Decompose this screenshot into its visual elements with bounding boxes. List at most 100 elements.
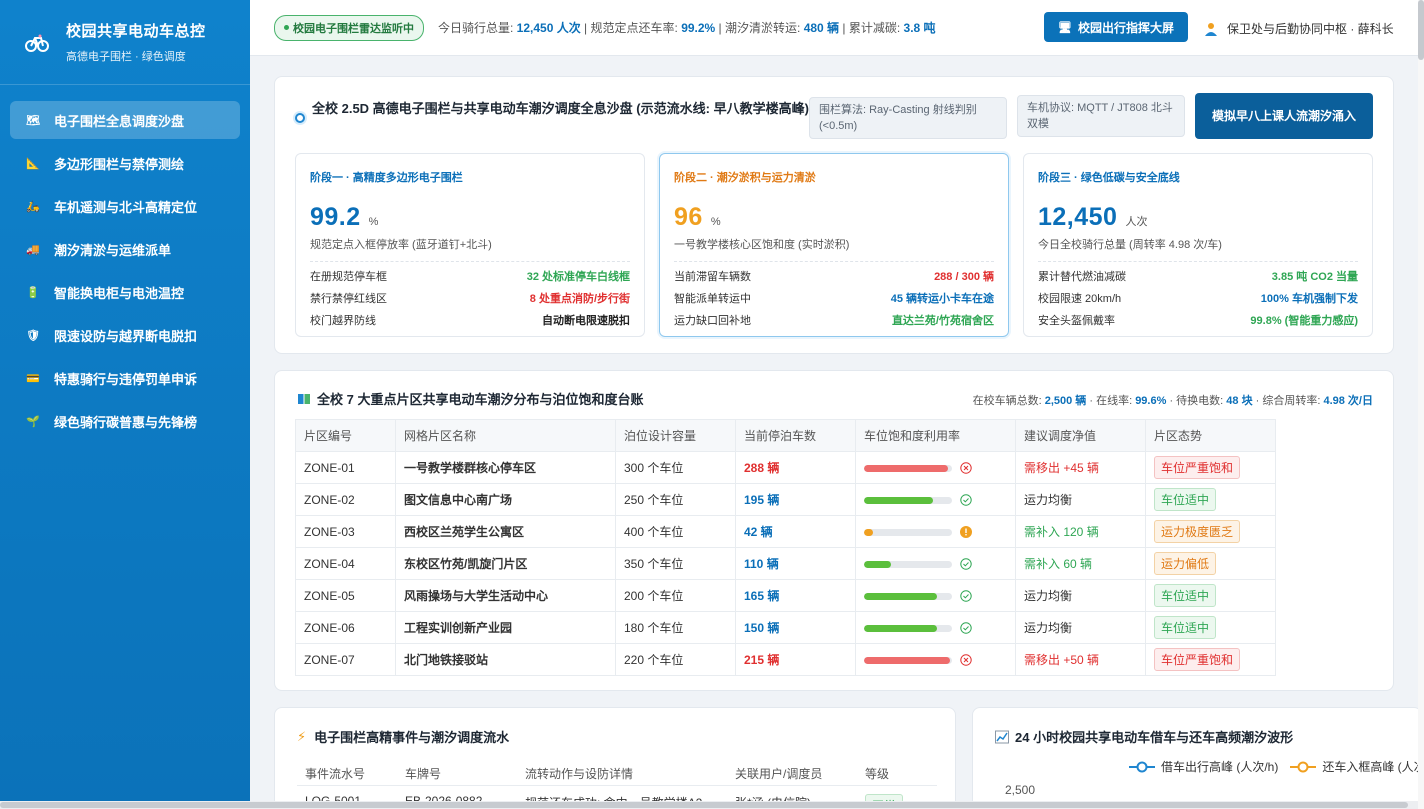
column-header: 等级 xyxy=(865,767,890,781)
truck-icon: 🚚 xyxy=(26,243,40,256)
saturation-fill xyxy=(864,656,950,664)
stage-row: 校门越界防线 自动断电限速脱扣 xyxy=(310,314,630,328)
zone-advice: 需补入 60 辆 xyxy=(1015,547,1146,580)
stage-value: 96 xyxy=(674,203,703,231)
legend-item-borrow[interactable]: 借车出行高峰 (人次/h) xyxy=(1129,758,1278,775)
simulate-tide-button[interactable]: 模拟早八上课人流潮汐涌入 xyxy=(1195,93,1373,139)
overview-header: 全校 2.5D 高德电子围栏与共享电动车潮汐调度全息沙盘 (示范流水线: 早八教… xyxy=(295,99,812,123)
tide-chart-title-text: 24 小时校园共享电动车借车与还车高频潮汐波形 xyxy=(1015,730,1294,745)
stat-transfers: 480 辆 xyxy=(803,21,840,35)
table-row[interactable]: ZONE-03 西校区兰苑学生公寓区 400 个车位 42 辆 需补入 120 辆运力极… xyxy=(295,515,1373,548)
row-spacer xyxy=(1276,484,1373,516)
sidebar-item-dispatch[interactable]: 🚚 潮汐清淤与运维派单 xyxy=(10,230,240,268)
stage-row: 当前滞留车辆数 288 / 300 辆 xyxy=(674,270,994,284)
zone-advice: 运力均衡 xyxy=(1015,611,1146,644)
overview-title: 全校 2.5D 高德电子围栏与共享电动车潮汐调度全息沙盘 (示范流水线: 早八教… xyxy=(312,101,809,116)
row-label: 校园限速 20km/h xyxy=(1038,293,1122,305)
legend-line-icon xyxy=(1290,761,1317,772)
saturation-fill xyxy=(864,496,933,504)
table-header-row: 片区编号 网格片区名称 泊位设计容量 当前停泊车数 车位饱和度利用率 建议调度净… xyxy=(295,419,1373,452)
zone-count: 215 辆 xyxy=(735,643,856,676)
stage-label: 阶段三 · 绿色低碳与安全底线 xyxy=(1038,172,1180,184)
zone-capacity: 400 个车位 xyxy=(615,515,736,548)
sidebar-item-label: 绿色骑行碳普惠与先锋榜 xyxy=(54,414,198,430)
zone-name: 东校区竹苑/凯旋门片区 xyxy=(395,547,616,580)
legend-label: 还车入框高峰 (人次/h) xyxy=(1322,760,1424,774)
zones-title: 全校 7 大重点片区共享电动车潮汐分布与泊位饱和度台账 xyxy=(297,389,643,408)
column-header: 泊位设计容量 xyxy=(615,419,736,452)
scrollbar-thumb[interactable] xyxy=(0,802,1408,808)
saturation-bar xyxy=(864,496,952,504)
table-row[interactable]: ZONE-01 一号教学楼群核心停车区 300 个车位 288 辆 需移出 +45 辆车… xyxy=(295,451,1373,484)
y-axis-tick: 2,500 xyxy=(1005,783,1036,797)
command-screen-label: 校园出行指挥大屏 xyxy=(1077,20,1174,35)
brand-title: 校园共享电动车总控 xyxy=(66,23,206,40)
radar-status-text: 校园电子围栏雷达监听中 xyxy=(293,22,414,35)
sidebar-item-carbon[interactable]: 🌱 绿色骑行碳普惠与先锋榜 xyxy=(10,402,240,440)
table-row[interactable]: ZONE-04 东校区竹苑/凯旋门片区 350 个车位 110 辆 需补入 60 辆运力… xyxy=(295,547,1373,580)
legend-item-return[interactable]: 还车入框高峰 (人次/h) xyxy=(1290,758,1424,775)
row-label: 校门越界防线 xyxy=(310,315,376,327)
brand-subtitle: 高德电子围栏 · 绿色调度 xyxy=(66,51,186,63)
stat-label: | 规范定点还车率: xyxy=(580,21,682,35)
row-value: 32 处标准停车白线框 xyxy=(526,271,630,283)
zone-name: 图文信息中心南广场 xyxy=(395,483,616,516)
stage-unit: % xyxy=(710,216,721,228)
stage-row: 累计替代燃油减碳 3.85 吨 CO2 当量 xyxy=(1038,270,1358,284)
sidebar-item-label: 车机遥测与北斗高精定位 xyxy=(54,199,198,215)
zone-advice: 需移出 +45 辆 xyxy=(1015,451,1146,484)
horizontal-scrollbar[interactable] xyxy=(0,801,1418,809)
command-screen-button[interactable]: 🖥 校园出行指挥大屏 xyxy=(1044,12,1188,42)
row-label: 运力缺口回补地 xyxy=(674,315,751,327)
column-spacer xyxy=(1275,419,1373,452)
zone-advice: 需移出 +50 辆 xyxy=(1015,643,1146,676)
row-value: 直达兰苑/竹苑宿舍区 xyxy=(891,315,994,327)
vertical-scrollbar[interactable] xyxy=(1418,0,1424,809)
ruler-icon: 📐 xyxy=(26,157,40,170)
stage-unit: % xyxy=(368,216,379,228)
sidebar-item-battery[interactable]: 🔋 智能换电柜与电池温控 xyxy=(10,273,240,311)
table-row[interactable]: ZONE-05 风雨操场与大学生活动中心 200 个车位 165 辆 运力均衡 车位适中 xyxy=(295,579,1373,612)
status-dot-icon xyxy=(284,25,289,30)
sidebar-item-speed-limit[interactable]: 🛡 限速设防与越界断电脱扣 xyxy=(10,316,240,354)
user-profile[interactable]: 保卫处与后勤协同中枢 · 薛科长 xyxy=(1204,20,1394,37)
events-table-header: 事件流水号 车牌号 流转动作与设防详情 关联用户/调度员 等级 xyxy=(297,758,937,786)
zone-capacity: 300 个车位 xyxy=(615,451,736,484)
shield-icon: 🛡 xyxy=(26,329,40,342)
column-header: 当前停泊车数 xyxy=(735,419,856,452)
stat-carbon: 3.8 吨 xyxy=(903,21,936,35)
status-badge: 车位严重饱和 xyxy=(1154,456,1241,479)
zone-advice: 运力均衡 xyxy=(1015,483,1146,516)
row-spacer xyxy=(1276,516,1373,548)
zone-status: 车位严重饱和 xyxy=(1145,451,1276,484)
zone-name: 风雨操场与大学生活动中心 xyxy=(395,579,616,612)
column-header: 片区态势 xyxy=(1145,419,1276,452)
row-label: 智能派单转运中 xyxy=(674,293,751,305)
column-header: 事件流水号 xyxy=(305,767,366,781)
table-row[interactable]: ZONE-06 工程实训创新产业园 180 个车位 150 辆 运力均衡 车位适中 xyxy=(295,611,1373,644)
table-row[interactable]: ZONE-07 北门地铁接驳站 220 个车位 215 辆 需移出 +50 辆车位严重饱… xyxy=(295,643,1373,676)
zone-saturation xyxy=(855,483,1016,516)
summary-label: · 在线率: xyxy=(1086,395,1136,407)
sidebar-item-tickets[interactable]: 💳 特惠骑行与违停罚单申诉 xyxy=(10,359,240,397)
row-spacer xyxy=(1276,580,1373,612)
zone-capacity: 200 个车位 xyxy=(615,579,736,612)
status-badge: 车位适中 xyxy=(1154,488,1217,511)
sidebar-item-fence-sandbox[interactable]: 🗺 电子围栏全息调度沙盘 xyxy=(10,101,240,139)
zone-count: 150 辆 xyxy=(735,611,856,644)
saturation-bar xyxy=(864,624,952,632)
zone-id: ZONE-04 xyxy=(295,547,396,580)
stage-label: 阶段一 · 高精度多边形电子围栏 xyxy=(310,172,463,184)
sidebar-item-telemetry[interactable]: 🛵 车机遥测与北斗高精定位 xyxy=(10,187,240,225)
events-card: ⚡ 电子围栏高精事件与潮汐调度流水 事件流水号 车牌号 流转动作与设防详情 关联… xyxy=(274,707,956,809)
stage-row: 在册规范停车框 32 处标准停车白线框 xyxy=(310,270,630,284)
summary-online: 99.6% xyxy=(1135,395,1167,407)
zone-id: ZONE-05 xyxy=(295,579,396,612)
table-row[interactable]: ZONE-02 图文信息中心南广场 250 个车位 195 辆 运力均衡 车位适中 xyxy=(295,483,1373,516)
zone-advice: 需补入 120 辆 xyxy=(1015,515,1146,548)
legend-line-icon xyxy=(1129,761,1155,772)
zones-card: 全校 7 大重点片区共享电动车潮汐分布与泊位饱和度台账 在校车辆总数: 2,50… xyxy=(274,370,1394,691)
zone-capacity: 250 个车位 xyxy=(615,483,736,516)
scrollbar-thumb[interactable] xyxy=(1418,0,1424,60)
sidebar-item-polygon-mapping[interactable]: 📐 多边形围栏与禁停测绘 xyxy=(10,144,240,182)
